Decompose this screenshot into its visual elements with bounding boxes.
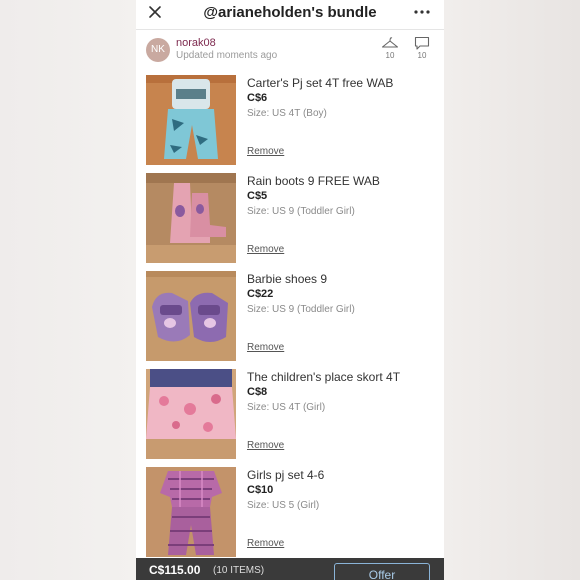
bundle-item: The children's place skort 4T C$8 Size: … (136, 369, 444, 461)
comment-icon (414, 36, 430, 50)
more-options-icon[interactable] (412, 3, 432, 21)
bundle-screen: @arianeholden's bundle NK norak08 Update… (136, 0, 444, 580)
bundle-total: C$115.00 (149, 563, 201, 577)
item-photo-girls-pj[interactable] (146, 467, 236, 557)
comments-count: 10 (417, 51, 427, 60)
background-left (0, 0, 136, 580)
item-price: C$5 (247, 190, 268, 202)
bundle-footer: C$115.00 (10 ITEMS) Offer (136, 558, 444, 580)
remove-link[interactable]: Remove (247, 440, 284, 451)
item-price: C$10 (247, 484, 274, 496)
item-photo-skort[interactable] (146, 369, 236, 459)
item-photo-rain-boots[interactable] (146, 173, 236, 263)
seller-username[interactable]: norak08 (176, 37, 216, 49)
comments-button[interactable]: 10 (410, 36, 434, 60)
item-size: Size: US 4T (Girl) (247, 402, 326, 413)
item-title[interactable]: Barbie shoes 9 (247, 272, 327, 286)
header-bar: @arianeholden's bundle (136, 0, 444, 30)
hanger-icon (381, 37, 399, 48)
bundle-item: Rain boots 9 FREE WAB C$5 Size: US 9 (To… (136, 173, 444, 265)
remove-link[interactable]: Remove (247, 342, 284, 353)
item-photo-pj-set[interactable] (146, 75, 236, 165)
item-count: (10 ITEMS) (213, 565, 265, 576)
item-title[interactable]: The children's place skort 4T (247, 370, 400, 384)
item-title[interactable]: Carter's Pj set 4T free WAB (247, 76, 393, 90)
remove-link[interactable]: Remove (247, 244, 284, 255)
likes-button[interactable]: 10 (378, 36, 402, 60)
item-price: C$22 (247, 288, 274, 300)
item-title[interactable]: Rain boots 9 FREE WAB (247, 174, 380, 188)
bundle-item: Barbie shoes 9 C$22 Size: US 9 (Toddler … (136, 271, 444, 363)
item-photo-barbie-shoes[interactable] (146, 271, 236, 361)
item-size: Size: US 9 (Toddler Girl) (247, 304, 355, 315)
background-right (444, 0, 580, 580)
item-price: C$8 (247, 386, 268, 398)
seller-row: NK norak08 Updated moments ago 10 10 (136, 30, 444, 70)
remove-link[interactable]: Remove (247, 538, 284, 549)
item-size: Size: US 4T (Boy) (247, 108, 327, 119)
avatar[interactable]: NK (146, 38, 170, 62)
offer-button[interactable]: Offer (334, 563, 430, 580)
item-title[interactable]: Girls pj set 4-6 (247, 468, 324, 482)
updated-timestamp: Updated moments ago (176, 50, 278, 61)
remove-link[interactable]: Remove (247, 146, 284, 157)
bundle-item: Girls pj set 4-6 C$10 Size: US 5 (Girl) … (136, 467, 444, 559)
item-size: Size: US 9 (Toddler Girl) (247, 206, 355, 217)
item-price: C$6 (247, 92, 268, 104)
bundle-item: Carter's Pj set 4T free WAB C$6 Size: US… (136, 75, 444, 167)
page-title: @arianeholden's bundle (203, 4, 377, 21)
likes-count: 10 (385, 51, 395, 60)
item-size: Size: US 5 (Girl) (247, 500, 320, 511)
